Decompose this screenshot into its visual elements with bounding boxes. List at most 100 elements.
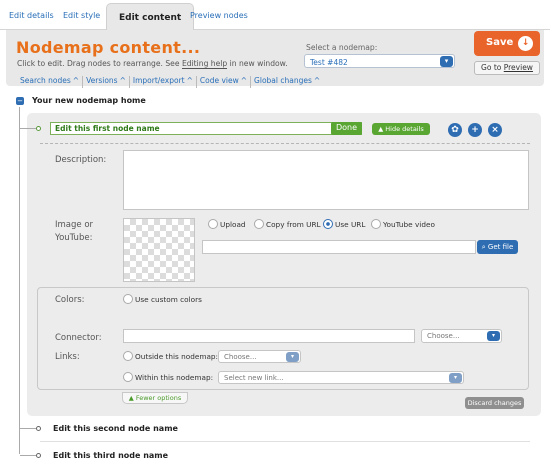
goto-preview-button[interactable]: Go to Preview [474,61,540,75]
within-select-value: Select new link... [224,374,284,382]
instructions-text-end: in new window. [227,59,288,68]
subtab-label: Import/export [132,76,185,85]
checkbox-icon [123,372,133,382]
subtab-versions[interactable]: Versions ^ [83,76,130,88]
links-label: Links: [55,352,80,362]
save-button[interactable]: Save ↓ [474,31,540,56]
tree-branch [20,128,36,129]
connector-select-value: Choose... [427,332,460,340]
tree-line [19,107,20,454]
subtab-global-changes[interactable]: Global changes ^ [251,76,323,88]
subtab-label: Versions [86,76,118,85]
close-icon[interactable]: × [488,123,502,137]
image-label-1: Image or [55,220,94,230]
connector-select[interactable]: Choose... ▾ [421,329,502,343]
chevron-up-icon: ^ [313,76,321,85]
connector-input[interactable] [123,329,415,343]
select-nodemap-label: Select a nodemap: [306,43,378,52]
nodemap-select[interactable]: Test #482 ▾ [304,54,455,68]
chevron-up-icon: ^ [72,76,80,85]
subtab-label: Search nodes [20,76,71,85]
youtube-label: YouTube video [383,219,435,229]
radio-use-url[interactable]: Use URL [323,219,365,229]
editing-help-link[interactable]: Editing help [181,59,228,69]
add-icon[interactable]: + [468,123,482,137]
goto-label: Go to [481,63,504,72]
subtab-code-view[interactable]: Code view ^ [197,76,252,88]
description-label: Description: [55,155,107,165]
node-name-input[interactable]: Edit this first node name [50,122,362,135]
tab-edit-details[interactable]: Edit details [9,11,54,20]
tab-preview-nodes[interactable]: Preview nodes [190,11,248,20]
hide-details-label: Hide details [385,125,424,133]
search-icon: ⌕ [481,243,486,251]
node-third[interactable]: Edit this third node name [53,451,168,460]
hide-details-button[interactable]: ▲ Hide details [372,123,430,135]
tree-home-label: Your new nodemap home [32,96,146,105]
node-dot [36,126,41,131]
fewer-options-label: Fewer options [135,394,182,402]
custom-colors-label: Use custom colors [135,294,202,304]
instructions-text: Click to edit. Drag nodes to rearrange. … [17,59,182,68]
triangle-up-icon: ▲ [128,394,134,402]
colors-label: Colors: [55,295,85,305]
url-input[interactable] [202,240,476,254]
collapse-icon[interactable]: − [16,97,24,105]
tree-branch [20,455,36,456]
gear-icon[interactable]: ✿ [448,123,462,137]
image-preview [123,218,195,282]
tree-branch [20,428,36,429]
node-dot [36,426,41,431]
subtab-label: Code view [199,76,239,85]
outside-select[interactable]: Choose... ▾ [218,350,301,363]
within-checkbox[interactable]: Within this nodemap: [123,372,213,382]
radio-selected-icon [323,219,333,229]
instructions: Click to edit. Drag nodes to rearrange. … [17,59,288,69]
subtab-search-nodes[interactable]: Search nodes ^ [17,76,84,88]
divider [40,441,530,442]
chevron-down-icon: ▾ [286,352,299,362]
radio-copy-url[interactable]: Copy from URL [254,219,321,229]
custom-colors-checkbox[interactable]: Use custom colors [123,294,202,304]
get-file-button[interactable]: ⌕ Get file [477,240,518,254]
image-label-2: YouTube: [55,233,93,243]
chevron-up-icon: ^ [186,76,193,85]
tab-edit-content[interactable]: Edit content [106,3,195,31]
save-button-label: Save [486,37,514,48]
subtab-import-export[interactable]: Import/export ^ [130,76,197,88]
triangle-up-icon: ▲ [378,125,384,133]
node-dot [36,453,41,458]
radio-upload[interactable]: Upload [208,219,246,229]
page-title: Nodemap content... [16,38,201,57]
get-file-label: Get file [487,243,514,251]
description-field[interactable] [123,150,529,210]
radio-youtube[interactable]: YouTube video [371,219,435,229]
outside-label: Outside this nodemap: [135,351,219,361]
radio-icon [254,219,264,229]
goto-preview-link: Preview [503,63,533,72]
node-second[interactable]: Edit this second node name [53,424,178,433]
chevron-down-icon: ▾ [449,373,462,383]
within-select[interactable]: Select new link... ▾ [218,371,464,384]
upload-label: Upload [220,219,246,229]
checkbox-icon [123,351,133,361]
checkbox-icon [123,294,133,304]
tab-edit-style[interactable]: Edit style [63,11,100,20]
fewer-options-button[interactable]: ▲ Fewer options [122,392,188,404]
outside-select-value: Choose... [224,353,257,361]
subtab-label: Global changes [254,76,312,85]
arrow-down-icon: ↓ [518,36,533,51]
chevron-down-icon: ▾ [440,56,453,67]
within-label: Within this nodemap: [135,372,214,382]
divider [40,143,530,144]
outside-checkbox[interactable]: Outside this nodemap: [123,351,218,361]
use-url-label: Use URL [335,219,366,229]
connector-label: Connector: [55,333,102,343]
tab-bar: Edit details Edit style Edit content Pre… [0,0,550,31]
copy-url-label: Copy from URL [266,219,321,229]
done-button[interactable]: Done [331,122,362,135]
chevron-up-icon: ^ [119,76,126,85]
chevron-down-icon: ▾ [487,331,500,341]
nodemap-select-value: Test #482 [310,58,348,67]
discard-changes-button[interactable]: Discard changes [465,397,524,409]
